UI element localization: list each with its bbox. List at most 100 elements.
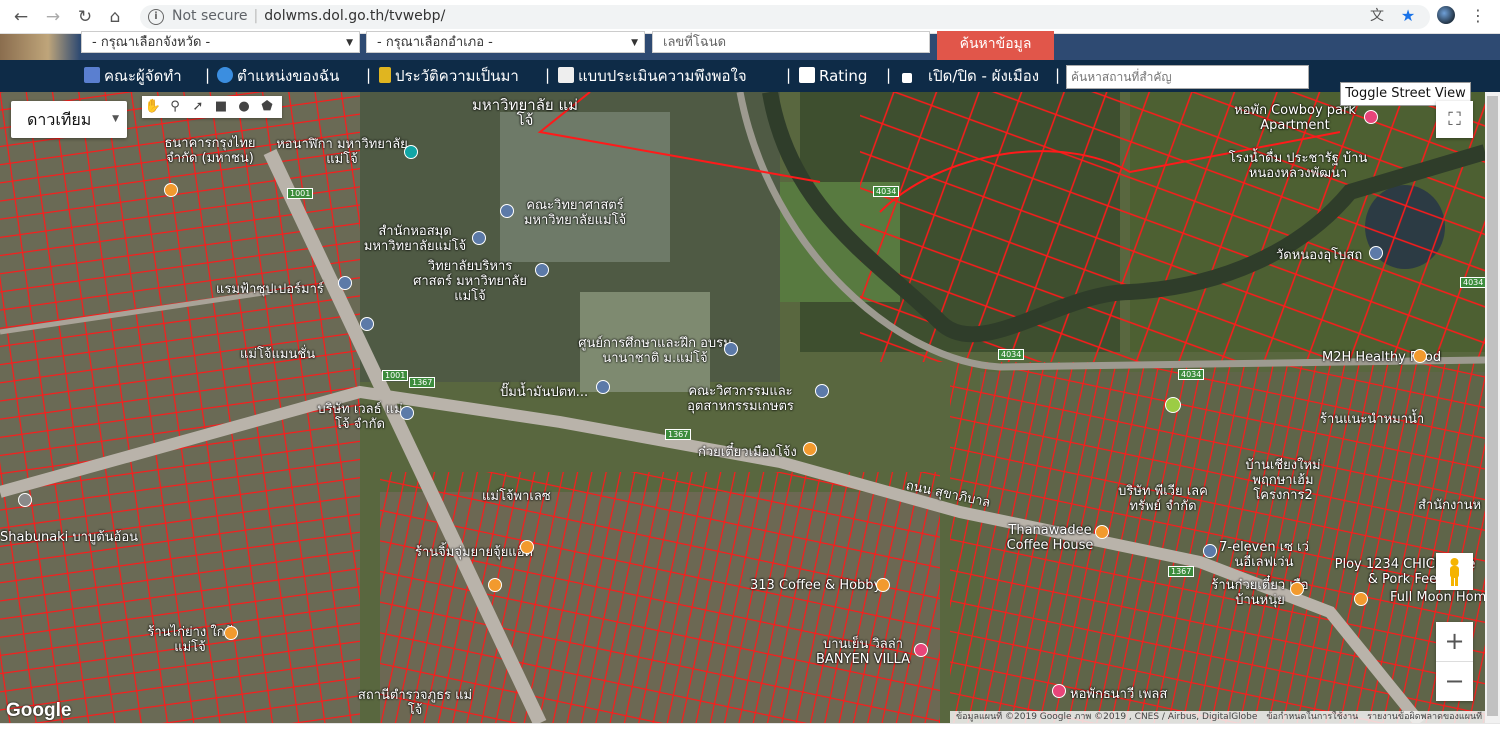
restaurant-icon[interactable] [1413, 349, 1427, 363]
road-shield: 4034 [1178, 369, 1205, 380]
star-icon[interactable]: ★ [1398, 6, 1418, 26]
circle-icon[interactable]: ● [235, 98, 253, 116]
menu-item-city-plan[interactable]: เปิด/ปิด - ผังเมือง [902, 66, 1039, 86]
site-logo [0, 34, 80, 60]
forward-icon[interactable]: → [42, 6, 64, 28]
menu-divider: | [545, 66, 551, 84]
menu-item-team[interactable]: คณะผู้จัดทำ [84, 66, 182, 86]
landmark-icon[interactable] [404, 145, 418, 159]
chart-icon [799, 67, 815, 83]
chevron-down-icon: ▼ [346, 38, 353, 48]
address-bar[interactable]: i Not secure | dolwms.dol.go.th/tvwebp/ [140, 5, 1430, 29]
info-icon[interactable]: i [148, 9, 164, 25]
map-label: คณะวิศวกรรมและ อุตสาหกรรมเกษตร [687, 384, 794, 414]
restaurant-icon[interactable] [224, 626, 238, 640]
pegman-icon[interactable] [1436, 553, 1473, 590]
translate-icon[interactable]: 文 [1367, 6, 1387, 26]
avatar[interactable] [1436, 6, 1456, 26]
report-link[interactable]: รายงานข้อผิดพลาดของแผนที่ [1367, 712, 1482, 722]
marker-icon[interactable]: ⚲ [166, 98, 184, 116]
map-label: บานเย็น วิลล่า BANYEN VILLA [816, 637, 910, 667]
zoom-in-button[interactable]: + [1436, 622, 1473, 661]
road-shield: 4034 [998, 349, 1025, 360]
restaurant-icon[interactable] [1290, 582, 1304, 596]
terms-link[interactable]: ข้อกำหนดในการใช้งาน [1266, 712, 1358, 722]
temple-icon[interactable] [1369, 246, 1383, 260]
search-button[interactable]: ค้นหาข้อมูล [937, 31, 1054, 60]
map-label: สำนักหอสมุด มหาวิทยาลัยแม่โจ้ [363, 224, 467, 254]
gift-icon [84, 67, 100, 83]
rectangle-icon[interactable]: ■ [212, 98, 230, 116]
menu-item-label: แบบประเมินความพึงพอใจ [578, 67, 747, 85]
menu-item-history[interactable]: ประวัติความเป็นมา [379, 66, 519, 86]
district-select-value: - กรุณาเลือกอำเภอ - [377, 35, 493, 50]
checkbox-icon[interactable] [902, 73, 912, 83]
map-label: ร้านไก่ย่าง ใกล้ แม่โจ้ [147, 625, 233, 655]
menu-dots-icon[interactable]: ⋮ [1468, 6, 1488, 26]
hotel-icon[interactable] [914, 643, 928, 657]
map-label: 313 Coffee & Hobby [750, 578, 882, 593]
shop-icon[interactable] [338, 276, 352, 290]
url-text[interactable]: dolwms.dol.go.th/tvwebp/ [264, 8, 445, 24]
restaurant-icon[interactable] [488, 578, 502, 592]
restaurant-icon[interactable] [1354, 592, 1368, 606]
menu-item-label: เปิด/ปิด - ผังเมือง [928, 67, 1040, 85]
road-shield: 1367 [665, 429, 692, 440]
school-icon[interactable] [472, 231, 486, 245]
back-icon[interactable]: ← [10, 6, 32, 28]
map-label: Full Moon Hom [1390, 590, 1487, 605]
hotel-icon[interactable] [1364, 110, 1378, 124]
location-marker-icon[interactable] [1165, 397, 1181, 413]
polyline-icon[interactable]: ➚ [189, 98, 207, 116]
map-label: มหาวิทยาลัย แม่โจ้ [471, 96, 579, 129]
cafe-icon[interactable] [876, 578, 890, 592]
memo-icon [558, 67, 574, 83]
zoom-control: + − [1436, 622, 1473, 701]
page-bottom-strip [0, 723, 1500, 738]
gas-station-icon[interactable] [596, 380, 610, 394]
province-select[interactable]: - กรุณาเลือกจังหวัด - ▼ [81, 31, 360, 53]
restaurant-icon[interactable] [803, 442, 817, 456]
menu-item-survey[interactable]: แบบประเมินความพึงพอใจ [558, 66, 747, 86]
menu-item-label: Rating [819, 67, 868, 85]
place-search-input[interactable]: ค้นหาสถานที่สำคัญ [1066, 65, 1309, 89]
map-label: บ้านเชียงใหม่ พฤกษาเฮ้มโครงการ2 [1245, 458, 1321, 503]
hotel-icon[interactable] [1052, 684, 1066, 698]
map-type-value: ดาวเทียม [27, 110, 92, 129]
globe-icon [217, 67, 233, 83]
home-icon[interactable]: ⌂ [104, 6, 126, 28]
shop-icon[interactable] [1203, 544, 1217, 558]
polygon-icon[interactable]: ⬟ [258, 98, 276, 116]
map-type-select[interactable]: ดาวเทียม ▼ [11, 101, 127, 138]
district-select[interactable]: - กรุณาเลือกอำเภอ - ▼ [366, 31, 645, 53]
map-label: แรมฟ้าซุปเปอร์มาร์ [216, 282, 324, 297]
drawing-toolbar: ✋ ⚲ ➚ ■ ● ⬟ [142, 96, 282, 118]
zoom-out-button[interactable]: − [1436, 662, 1473, 701]
shop-icon[interactable] [18, 493, 32, 507]
school-icon[interactable] [815, 384, 829, 398]
road-shield: 4034 [1460, 277, 1487, 288]
office-icon[interactable] [400, 406, 414, 420]
menu-item-my-location[interactable]: ตำแหน่งของฉัน [217, 66, 339, 86]
menu-item-label: ประวัติความเป็นมา [395, 67, 519, 85]
road-shield: 1367 [409, 377, 436, 388]
scrollbar-thumb[interactable] [1487, 96, 1498, 716]
school-icon[interactable] [535, 263, 549, 277]
chevron-down-icon: ▼ [112, 114, 119, 124]
restaurant-icon[interactable] [164, 183, 178, 197]
deed-number-input[interactable]: เลขที่โฉนด [652, 31, 930, 53]
atm-icon[interactable] [360, 317, 374, 331]
map-label: ก๋วยเตี๋ยวเมืองโจ้ง [698, 445, 797, 460]
map-label: วัดหนองอุโบสถ [1276, 248, 1363, 263]
restaurant-icon[interactable] [520, 540, 534, 554]
province-select-value: - กรุณาเลือกจังหวัด - [92, 35, 211, 50]
school-icon[interactable] [724, 342, 738, 356]
hand-icon[interactable]: ✋ [144, 98, 162, 116]
fullscreen-icon[interactable]: ⛶ [1436, 101, 1473, 138]
menu-item-rating[interactable]: Rating [799, 66, 867, 86]
menu-divider: | [786, 66, 792, 84]
cafe-icon[interactable] [1095, 525, 1109, 539]
reload-icon[interactable]: ↻ [74, 6, 96, 28]
school-icon[interactable] [500, 204, 514, 218]
map-label: สำนักงานห [1418, 498, 1482, 513]
